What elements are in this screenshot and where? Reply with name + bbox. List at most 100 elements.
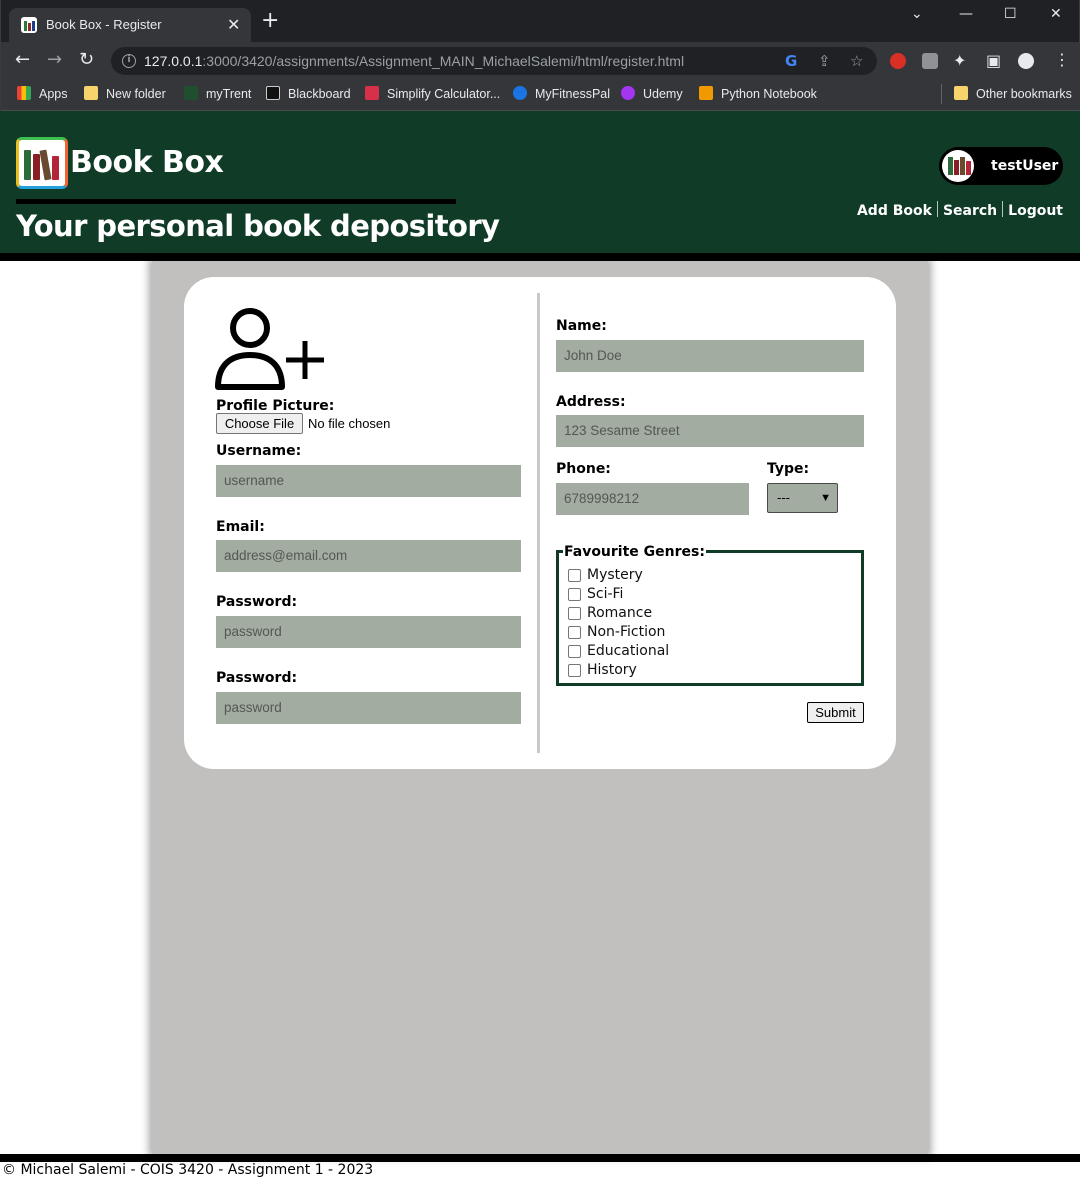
footer-copyright: © Michael Salemi - COIS 3420 - Assignmen… [2, 1162, 374, 1178]
submit-button[interactable]: Submit [807, 702, 864, 723]
password-label: Password: [216, 594, 298, 610]
main-nav: Add Book Search Logout [857, 201, 1063, 219]
add-user-icon [215, 308, 324, 390]
header-bottom-bar [0, 253, 1080, 261]
genre-label: Sci-Fi [587, 586, 624, 602]
tab-close-icon[interactable]: ✕ [227, 15, 240, 34]
reload-icon[interactable]: ↻ [79, 49, 94, 70]
close-window-icon[interactable]: ✕ [1050, 6, 1062, 22]
tab-strip: Book Box - Register ✕ + ⌄ — ☐ ✕ [1, 0, 1080, 42]
new-tab-icon[interactable]: + [261, 10, 279, 32]
bookmark-other-bookmarks[interactable]: Other bookmarks [954, 86, 1072, 101]
genre-label: Romance [587, 605, 653, 621]
genre-label: Non-Fiction [587, 624, 666, 640]
genre-label: History [587, 662, 637, 678]
extension-k-icon[interactable] [922, 53, 938, 69]
folder-icon [84, 86, 98, 100]
book-box-logo-icon[interactable] [16, 137, 68, 189]
nav-logout[interactable]: Logout [1008, 203, 1063, 219]
nav-search[interactable]: Search [943, 203, 997, 219]
choose-file-button[interactable]: Choose File [216, 413, 303, 434]
genre-checkbox[interactable] [568, 645, 581, 658]
nav-add-book[interactable]: Add Book [857, 203, 932, 219]
genre-label: Mystery [587, 567, 643, 583]
name-label: Name: [556, 318, 607, 334]
footer-bar [0, 1154, 1080, 1162]
forward-icon[interactable]: → [47, 49, 62, 70]
menu-kebab-icon[interactable]: ⋮ [1054, 50, 1070, 69]
genre-checkbox[interactable] [568, 626, 581, 639]
user-avatar [942, 150, 974, 182]
bookmarks-bar: Apps New folder myTrent Blackboard Simpl… [1, 80, 1080, 111]
bookmark-blackboard[interactable]: Blackboard [266, 86, 351, 101]
user-profile-pill[interactable]: testUser [939, 147, 1063, 185]
password-field[interactable]: password [216, 616, 521, 648]
bookmark-mytrent[interactable]: myTrent [184, 86, 251, 101]
blackboard-icon [266, 86, 280, 100]
type-select-value: --- [777, 490, 790, 505]
genre-label: Educational [587, 643, 670, 659]
site-title[interactable]: Book Box [70, 145, 224, 180]
maximize-icon[interactable]: ☐ [1004, 6, 1017, 22]
nav-separator [936, 201, 938, 217]
share-icon[interactable]: ⇪ [818, 52, 831, 70]
username-label: testUser [991, 158, 1059, 174]
url-text: 127.0.0.1:3000/3420/assignments/Assignme… [144, 53, 685, 69]
bookmark-simplify-calculator[interactable]: Simplify Calculator... [365, 86, 500, 101]
symbolab-icon [365, 86, 379, 100]
bookmark-python-notebook[interactable]: Python Notebook [699, 86, 817, 101]
google-lens-icon[interactable]: G [785, 52, 797, 70]
minimize-icon[interactable]: — [959, 6, 973, 22]
bookmark-star-icon[interactable]: ☆ [850, 52, 863, 70]
profile-icon[interactable] [1018, 53, 1034, 69]
file-status-text: No file chosen [308, 416, 391, 431]
udemy-icon [621, 86, 635, 100]
email-field[interactable]: address@email.com [216, 540, 521, 572]
email-label: Email: [216, 519, 265, 535]
name-field[interactable]: John Doe [556, 340, 864, 372]
phone-label: Phone: [556, 461, 611, 477]
username-field[interactable]: username [216, 465, 521, 497]
chevron-down-icon: ▼ [820, 492, 831, 504]
extensions-puzzle-icon[interactable]: ✦ [953, 51, 966, 70]
confirm-password-field[interactable]: password [216, 692, 521, 724]
site-header: Book Box Your personal book depository t… [0, 111, 1080, 253]
genre-checkbox[interactable] [568, 588, 581, 601]
back-icon[interactable]: ← [15, 49, 30, 70]
tab-search-icon[interactable]: ⌄ [911, 6, 923, 22]
side-panel-icon[interactable]: ▣ [986, 51, 1001, 70]
bookmark-myfitnesspal[interactable]: MyFitnessPal [513, 86, 610, 101]
bookmark-new-folder[interactable]: New folder [84, 86, 166, 101]
genre-checkbox[interactable] [568, 607, 581, 620]
nav-separator [1002, 201, 1004, 217]
genre-checkbox[interactable] [568, 664, 581, 677]
bookmarks-separator [941, 84, 942, 104]
address-label: Address: [556, 394, 626, 410]
extension-adblock-icon[interactable] [890, 53, 906, 69]
apps-grid-icon [17, 86, 31, 100]
site-tagline: Your personal book depository [16, 209, 500, 243]
type-label: Type: [767, 461, 810, 477]
browser-tab[interactable]: Book Box - Register ✕ [9, 8, 251, 42]
mytrent-icon [184, 86, 198, 100]
username-label: Username: [216, 443, 302, 459]
browser-chrome: Book Box - Register ✕ + ⌄ — ☐ ✕ ← → ↻ i … [0, 0, 1080, 111]
browser-toolbar: ← → ↻ i 127.0.0.1:3000/3420/assignments/… [1, 42, 1080, 80]
folder-icon [954, 86, 968, 100]
phone-field[interactable]: 6789998212 [556, 483, 749, 515]
genres-legend: Favourite Genres: [563, 544, 706, 560]
form-column-divider [537, 293, 540, 753]
address-bar[interactable]: i 127.0.0.1:3000/3420/assignments/Assign… [111, 47, 877, 75]
notebook-icon [699, 86, 713, 100]
myfitnesspal-icon [513, 86, 527, 100]
type-select[interactable]: --- ▼ [767, 483, 838, 513]
title-rule [16, 199, 456, 204]
tab-title: Book Box - Register [46, 17, 162, 32]
bookmark-udemy[interactable]: Udemy [621, 86, 683, 101]
address-field[interactable]: 123 Sesame Street [556, 415, 864, 447]
profile-picture-label: Profile Picture: [216, 398, 335, 414]
genre-checkbox[interactable] [568, 569, 581, 582]
bookmark-apps[interactable]: Apps [17, 86, 68, 101]
site-info-icon[interactable]: i [122, 54, 136, 68]
confirm-password-label: Password: [216, 670, 298, 686]
